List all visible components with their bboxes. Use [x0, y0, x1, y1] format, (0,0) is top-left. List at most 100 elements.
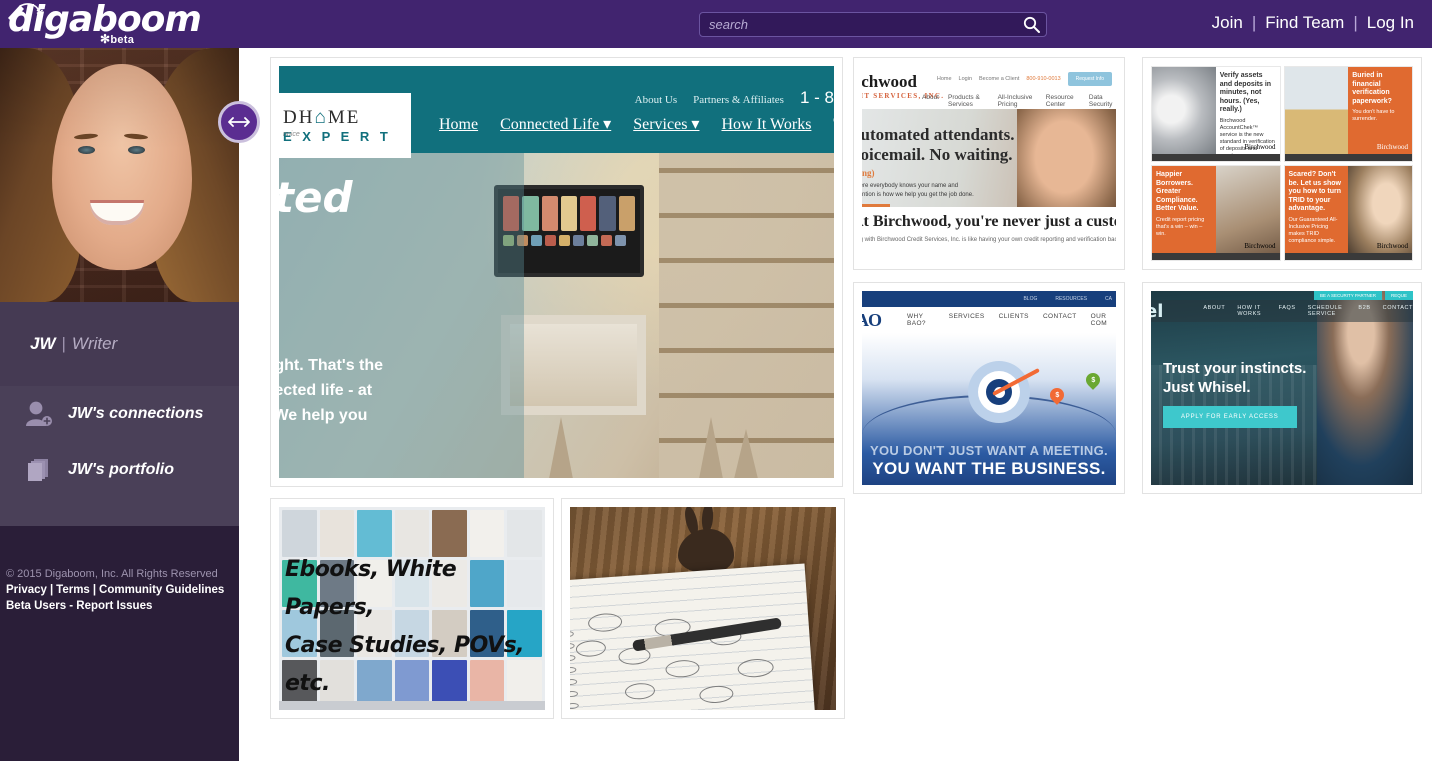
site-hero: cted Delight. That's the onnected life -…: [279, 153, 834, 478]
site-nav-clients: CLIENTS: [998, 313, 1029, 320]
logo[interactable]: ✻ digaboom ✻beta: [0, 0, 240, 48]
hero-line-2: Just Whisel.: [1163, 379, 1251, 396]
portfolio-item-whisel-site[interactable]: BE A SECURITY PARTNER REQUE el ABOUT HOW…: [1142, 282, 1422, 494]
site-nav-home: Home: [439, 116, 479, 133]
ad-body: You don't have to surrender.: [1352, 109, 1395, 122]
ad-tile: Scared? Don't be. Let us show you how to…: [1283, 165, 1413, 261]
site-top-links: BLOG RESOURCES CA: [1023, 296, 1112, 302]
sidebar: JW | Writer JW's connections JW's portfo…: [0, 48, 239, 761]
sidebar-resize-handle[interactable]: [218, 101, 260, 143]
nav-log-in-link[interactable]: Log In: [1367, 13, 1414, 33]
portfolio-grid-area: About Us Partners & Affiliates 1 - 8 Hom…: [239, 48, 1432, 761]
utility-home: Home: [936, 76, 952, 82]
privacy-link[interactable]: Privacy: [6, 584, 47, 596]
sidebar-identity: JW | Writer: [0, 302, 239, 386]
site-top-links: About Us Partners & Affiliates 1 - 8: [635, 88, 834, 108]
site-nav-contact: CONTACT: [1382, 305, 1413, 311]
site-header: rchwood DIT SERVICES, INC. Home Login Be…: [862, 66, 1116, 109]
site-nav: ABOUT HOW IT WORKS FAQS SCHEDULE SERVICE…: [1203, 305, 1413, 317]
ad-headline: Scared? Don't be. Let us show you how to…: [1288, 171, 1342, 212]
hero-kicker: lding): [862, 168, 875, 178]
map-pin-green-icon: $: [1083, 370, 1103, 390]
site-logo: noice DH⌂ME E X P E R T: [279, 93, 411, 158]
site-nav-how-it-works: How It Works: [721, 116, 812, 133]
rabbit-body: [678, 529, 734, 573]
site-phone: 800-910-0013: [1026, 76, 1061, 82]
site-nav-connected-life: Connected Life ▾: [500, 116, 612, 133]
portfolio-item-connected-home-expert[interactable]: About Us Partners & Affiliates 1 - 8 Hom…: [270, 57, 843, 487]
ad-tile: Verify assets and deposits in minutes, n…: [1151, 66, 1281, 162]
collage-bottom-bar: [279, 701, 545, 710]
photo-image: [570, 507, 836, 710]
brand-mark: Birchwood: [1244, 143, 1276, 151]
site-logo: el: [1151, 300, 1164, 322]
portfolio-item-bao-site[interactable]: BLOG RESOURCES CA AO WHY BAO? SERVICES C…: [853, 282, 1125, 494]
site-nav-data-security: Data Security: [1088, 94, 1113, 108]
report-issues-link[interactable]: Beta Users - Report Issues: [6, 600, 152, 612]
ad-footer-strip: [1152, 253, 1280, 260]
site-nav-pricing: All-Inclusive Pricing: [997, 94, 1033, 108]
site-utility-bar: BLOG RESOURCES CA: [862, 291, 1116, 307]
text-line-2: Case Studies, POVs,: [285, 633, 525, 658]
ad-footer-strip: [1284, 154, 1412, 161]
sidebar-nav: JW's connections JW's portfolio: [0, 386, 239, 526]
utility-become-client: Become a Client: [979, 76, 1020, 82]
site-nav-faqs: FAQS: [1278, 305, 1296, 311]
sidebar-item-portfolio[interactable]: JW's portfolio: [0, 442, 239, 498]
site-nav-services: SERVICES: [948, 313, 985, 320]
beta-report-line: Beta Users - Report Issues: [6, 598, 239, 614]
site-nav-our-company: OUR COM: [1090, 313, 1108, 327]
ad-headline: Happier Borrowers. Greater Compliance. B…: [1156, 171, 1199, 212]
site-nav-about: About: [922, 94, 939, 101]
brand-mark: Birchwood: [1376, 242, 1408, 250]
sidebar-item-label: JW's portfolio: [68, 461, 175, 478]
sidebar-item-connections[interactable]: JW's connections: [0, 386, 239, 442]
search-input[interactable]: [700, 13, 1016, 36]
cone-tree-graphic: [699, 417, 723, 478]
site-nav: About Products & Services All-Inclusive …: [922, 94, 1116, 108]
text-line-3: etc.: [285, 671, 330, 696]
nav-separator: |: [1251, 13, 1257, 32]
profile-photo[interactable]: [0, 48, 239, 302]
thumbnail: [570, 507, 836, 710]
site-section: At Birchwood, you're never just a custom…: [862, 207, 1116, 261]
hero-title: cted: [279, 173, 353, 222]
search-box[interactable]: [699, 12, 1047, 37]
security-partner-badge: BE A SECURITY PARTNER: [1313, 291, 1382, 300]
footer-links: Privacy | Terms | Community Guidelines: [6, 582, 239, 598]
early-access-button: APPLY FOR EARLY ACCESS: [1163, 406, 1297, 428]
stacked-books-icon: [24, 456, 68, 484]
ad-tile: Buried in financial verification paperwo…: [1283, 66, 1413, 162]
nav-join-link[interactable]: Join: [1212, 13, 1243, 33]
thumbnail: About Us Partners & Affiliates 1 - 8 Hom…: [279, 66, 834, 478]
left-right-arrow-icon: [228, 117, 250, 127]
terms-link[interactable]: Terms: [56, 584, 90, 596]
portfolio-item-ebooks-collage[interactable]: Ebooks, White Papers, Case Studies, POVs…: [270, 498, 554, 719]
cone-tree-graphic: [549, 417, 573, 478]
utility-login: Login: [958, 76, 973, 82]
portfolio-item-notebook-rabbit[interactable]: [561, 498, 845, 719]
brand-mark: Birchwood: [1244, 242, 1276, 250]
top-link-partners: Partners & Affiliates: [693, 94, 784, 106]
portfolio-item-birchwood-site[interactable]: rchwood DIT SERVICES, INC. Home Login Be…: [853, 57, 1125, 270]
community-guidelines-link[interactable]: Community Guidelines: [99, 584, 224, 596]
site-nav-why-bao: WHY BAO?: [907, 313, 926, 327]
beta-star-icon: ✻: [100, 32, 111, 46]
ad-body: Credit report pricing that's a win – win…: [1156, 216, 1205, 237]
portfolio-item-birchwood-ads[interactable]: Verify assets and deposits in minutes, n…: [1142, 57, 1422, 270]
ad-copy: Happier Borrowers. Greater Compliance. B…: [1152, 166, 1216, 260]
footer-separator: |: [49, 584, 54, 596]
house-icon: ⌂: [314, 107, 328, 128]
hero-body: Delight. That's the onnected life - at g…: [279, 357, 384, 424]
site-hero: $ $ YOU DON'T JUST WANT A MEETING. YOU W…: [862, 333, 1116, 485]
top-link-careers: CA: [1105, 296, 1112, 302]
footer-separator: |: [92, 584, 97, 596]
pin-label: $: [1055, 391, 1059, 399]
nav-find-team-link[interactable]: Find Team: [1265, 13, 1344, 33]
user-initials: JW: [30, 334, 56, 353]
top-link-blog: BLOG: [1023, 296, 1038, 302]
search-icon[interactable]: [1016, 16, 1046, 33]
stopwatch-photo: [1152, 67, 1216, 161]
top-header: ✻ digaboom ✻beta Join | Find Team | Log …: [0, 0, 1432, 48]
header-nav: Join | Find Team | Log In: [1212, 13, 1414, 33]
